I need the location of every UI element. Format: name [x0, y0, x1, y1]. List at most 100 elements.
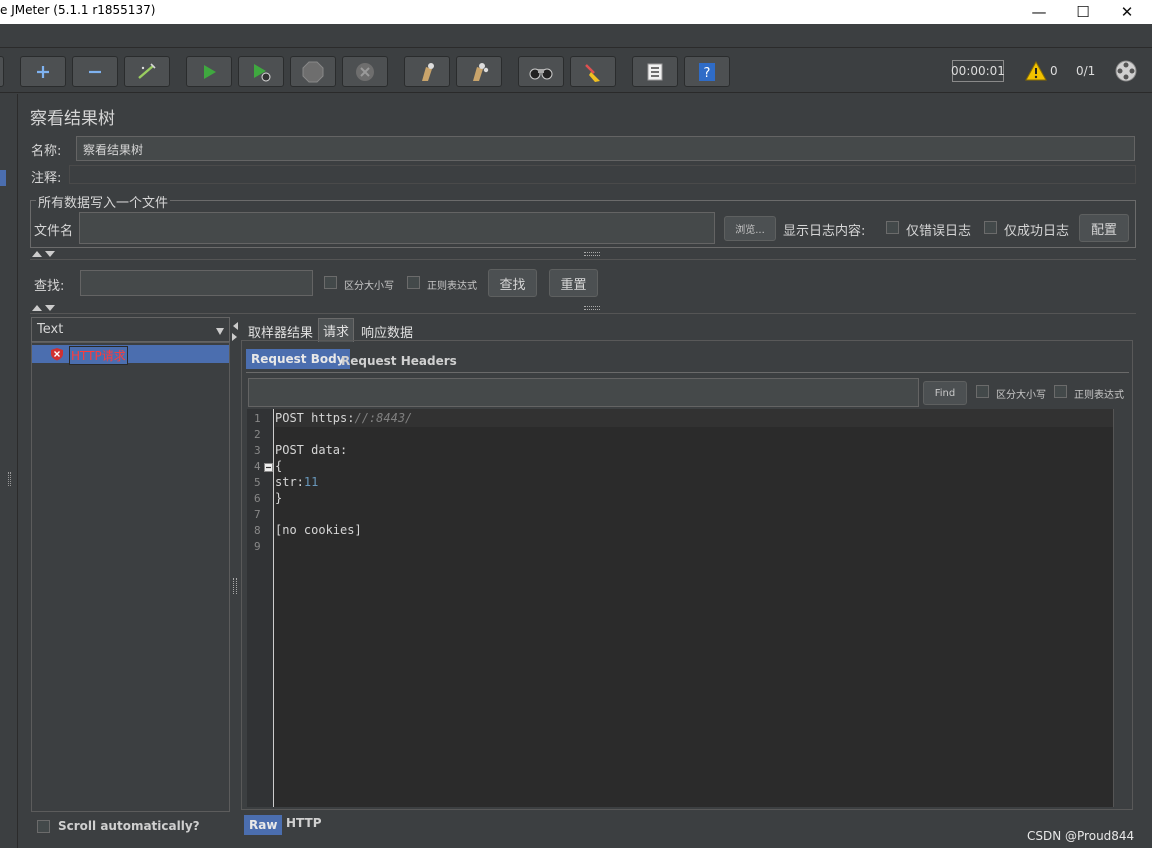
body-regex-checkbox[interactable] [1054, 385, 1067, 398]
code-line-1: POST https://:8443/ [275, 411, 413, 425]
body-find-button[interactable]: Find [923, 381, 967, 405]
broom-gears-icon [473, 62, 489, 81]
tab-raw[interactable]: Raw [244, 815, 283, 835]
watermark: CSDN @Proud844 [1027, 829, 1135, 843]
splitter-arrows-icon[interactable] [231, 321, 239, 343]
comment-label: 注释: [31, 171, 62, 186]
line-number: 6 [254, 492, 261, 505]
panel-title: 察看结果树 [30, 109, 115, 129]
filename-field[interactable] [79, 212, 715, 244]
errors-only-checkbox[interactable] [886, 221, 899, 234]
shutdown-button[interactable] [342, 56, 388, 87]
remove-button[interactable] [72, 56, 118, 87]
tree-item-label[interactable]: HTTP请求 [69, 346, 128, 365]
test-plan-tree-edge [0, 94, 18, 852]
editor-scrollbar[interactable] [1113, 409, 1129, 807]
warning-icon[interactable] [1025, 61, 1047, 81]
body-case-checkbox[interactable] [976, 385, 989, 398]
chevron-down-icon [216, 328, 224, 335]
broom-icon [585, 63, 600, 82]
line-number-gutter: 1 2 3 4 5 6 7 8 9 [247, 409, 274, 807]
tab-request-body[interactable]: Request Body [246, 349, 350, 369]
clear-button[interactable] [404, 56, 450, 87]
menu-bar [0, 24, 1154, 48]
wand-icon [138, 62, 156, 79]
active-threads: 0/1 [1076, 64, 1096, 78]
comment-field[interactable] [69, 165, 1136, 184]
splitter-grip[interactable] [8, 472, 11, 486]
divider [246, 372, 1129, 373]
scroll-auto-checkbox[interactable] [37, 820, 50, 833]
clear-all-button[interactable] [456, 56, 502, 87]
log-content-label: 显示日志内容: [783, 224, 866, 239]
line-number: 3 [254, 444, 261, 457]
tab-http[interactable]: HTTP [281, 813, 326, 833]
minimize-button[interactable]: — [1016, 0, 1062, 24]
toolbar-partial-button[interactable] [0, 56, 4, 87]
regex-checkbox[interactable] [407, 276, 420, 289]
results-tree [31, 342, 230, 812]
reset-search-button[interactable] [570, 56, 616, 87]
svg-text:?: ? [704, 66, 711, 81]
tab-request[interactable]: 请求 [318, 318, 355, 342]
tree-selection-edge [0, 170, 6, 186]
error-shield-icon [51, 348, 63, 361]
binoculars-icon [529, 68, 553, 79]
body-case-label: 区分大小写 [996, 390, 1046, 401]
regex-label: 正则表达式 [427, 281, 477, 292]
line-number: 5 [254, 476, 261, 489]
body-search-input[interactable] [248, 378, 919, 407]
maximize-button[interactable]: ☐ [1060, 0, 1106, 24]
splitter-grip[interactable] [584, 252, 600, 256]
line-number: 1 [254, 412, 261, 425]
function-helper-button[interactable] [632, 56, 678, 87]
tab-request-headers[interactable]: Request Headers [336, 351, 462, 371]
window-title: e JMeter (5.1.1 r1855137) [0, 3, 156, 17]
name-field[interactable]: 察看结果树 [76, 136, 1135, 161]
collapse-arrows-icon[interactable] [31, 249, 57, 259]
close-button[interactable]: ✕ [1104, 0, 1150, 24]
start-no-pause-button[interactable] [238, 56, 284, 87]
start-button[interactable] [186, 56, 232, 87]
case-sensitive-label: 区分大小写 [344, 281, 394, 292]
stop-button[interactable] [290, 56, 336, 87]
elapsed-timer: 00:00:01 [951, 60, 1005, 82]
request-body-editor[interactable]: 1 2 3 4 5 6 7 8 9 POST https://:8443/ PO… [247, 409, 1113, 807]
code-line-4: { [275, 459, 283, 473]
search-label: 查找: [34, 279, 65, 294]
success-only-checkbox[interactable] [984, 221, 997, 234]
splitter-grip[interactable] [233, 578, 237, 594]
line-number: 9 [254, 540, 261, 553]
toolbar: ? 00:00:01 0 0/1 [0, 49, 1154, 93]
browse-button[interactable]: 浏览... [724, 216, 776, 241]
stop-icon [302, 61, 324, 82]
configure-button[interactable]: 配置 [1079, 214, 1129, 242]
find-button[interactable]: 查找 [488, 269, 537, 297]
code-line-5: str:11 [275, 475, 319, 489]
play-timer-icon [254, 63, 271, 81]
search-button[interactable] [518, 56, 564, 87]
file-group-title: 所有数据写入一个文件 [36, 192, 171, 211]
play-icon [204, 64, 216, 79]
help-icon: ? [699, 62, 715, 81]
shutdown-icon [356, 62, 374, 81]
reset-button[interactable]: 重置 [549, 269, 598, 297]
help-button[interactable]: ? [684, 56, 730, 87]
toggle-button[interactable] [124, 56, 170, 87]
errors-only-label: 仅错误日志 [906, 224, 972, 239]
title-bar: e JMeter (5.1.1 r1855137) — ☐ ✕ [0, 0, 1154, 24]
line-number: 2 [254, 428, 261, 441]
divider [30, 259, 1136, 260]
renderer-select[interactable]: Text [31, 317, 230, 342]
case-sensitive-checkbox[interactable] [324, 276, 337, 289]
fold-icon[interactable] [264, 463, 273, 472]
line-number: 8 [254, 524, 261, 537]
search-input[interactable] [80, 270, 313, 296]
warning-count: 0 [1050, 64, 1058, 78]
collapse-arrows-icon[interactable] [31, 303, 57, 313]
code-line-3: POST data: [275, 443, 348, 457]
splitter-grip[interactable] [584, 306, 600, 310]
add-button[interactable] [20, 56, 66, 87]
scroll-auto-label: Scroll automatically? [58, 819, 200, 833]
plus-icon [37, 65, 49, 78]
